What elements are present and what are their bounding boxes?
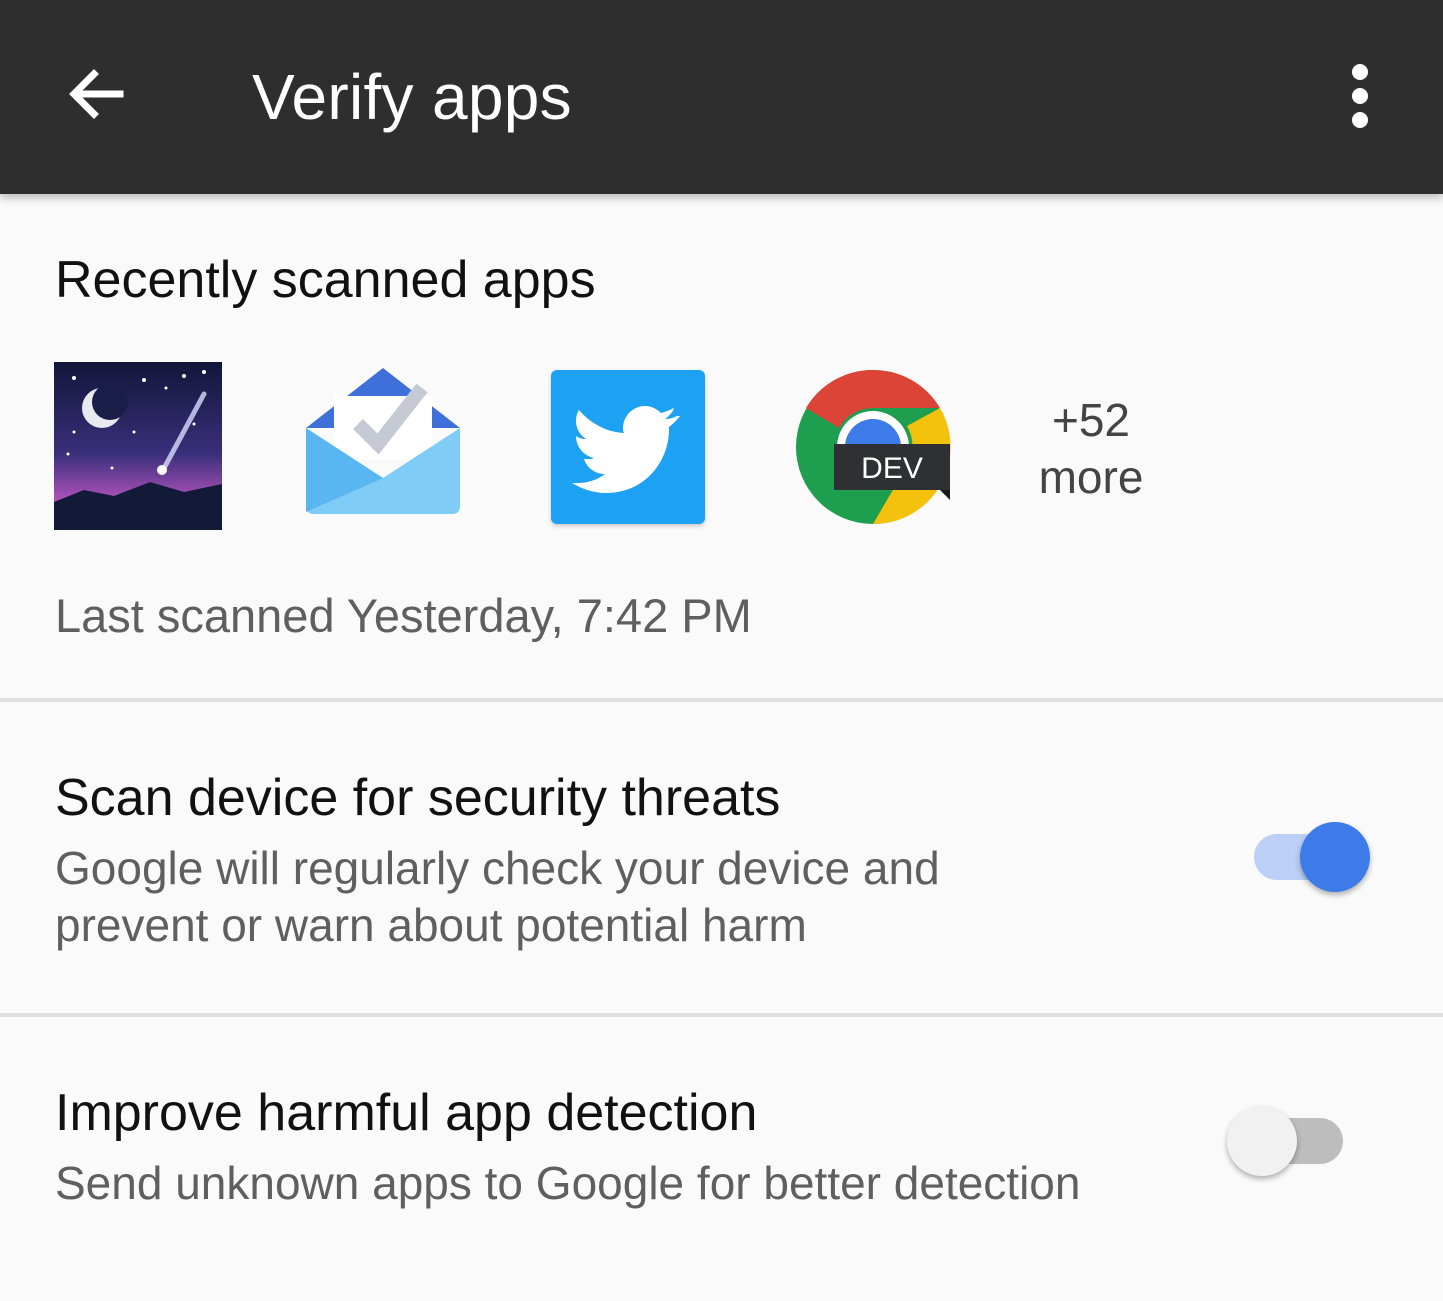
twitter-bird-icon: [572, 406, 680, 493]
inbox-envelope-check-icon: [306, 368, 460, 514]
back-button[interactable]: [48, 46, 144, 142]
arrow-back-icon: [69, 69, 124, 119]
more-vert-icon: [1352, 64, 1368, 128]
scan-device-toggle[interactable]: [1252, 820, 1374, 896]
setting-description-line: Google will regularly check your device …: [55, 842, 940, 894]
more-count: +52: [1051, 394, 1131, 446]
divider: [0, 698, 1443, 702]
more-word: more: [1038, 451, 1144, 503]
dev-badge-label: DEV: [861, 452, 923, 485]
last-scanned-text: Last scanned Yesterday, 7:42 PM: [55, 589, 752, 642]
divider: [0, 1013, 1443, 1017]
setting-title: Improve harmful app detection: [55, 1084, 758, 1142]
recent-apps-heading: Recently scanned apps: [55, 251, 596, 309]
setting-description-line: Send unknown apps to Google for better d…: [55, 1157, 1081, 1209]
night-sky-icon: [54, 362, 222, 530]
page-title: Verify apps: [252, 61, 572, 133]
chrome-dev-icon: DEV: [796, 369, 951, 525]
app-icon-chrome-dev[interactable]: DEV: [794, 368, 952, 526]
setting-title: Scan device for security threats: [55, 769, 781, 827]
app-icon-twitter[interactable]: [551, 370, 705, 524]
setting-description-line: prevent or warn about potential harm: [55, 899, 807, 951]
more-apps-count[interactable]: +52 more: [1022, 392, 1160, 506]
app-bar: Verify apps: [0, 0, 1443, 194]
improve-detection-toggle[interactable]: [1225, 1104, 1347, 1180]
app-icon-inbox[interactable]: [304, 366, 462, 518]
overflow-menu-button[interactable]: [1312, 46, 1408, 146]
app-icon-starry-sky[interactable]: [54, 362, 222, 530]
